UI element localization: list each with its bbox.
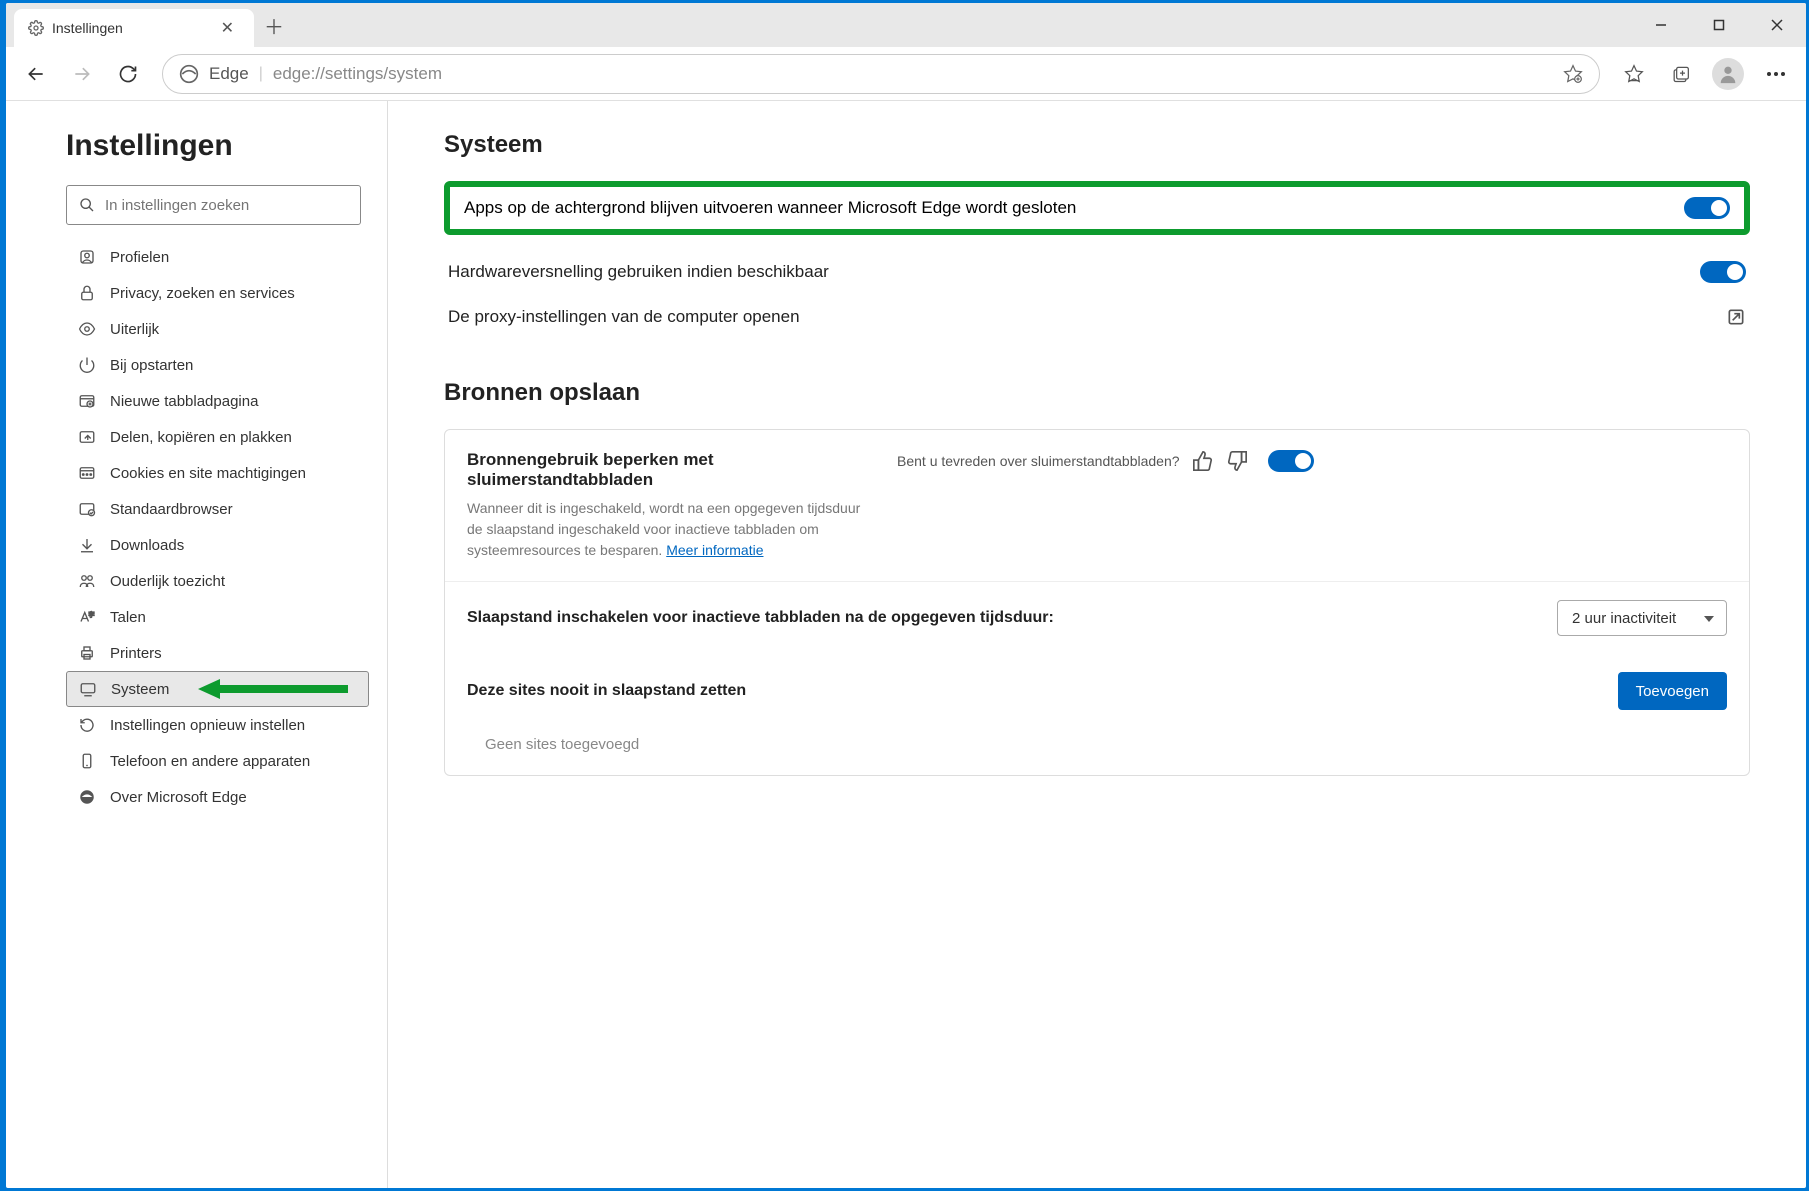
empty-sites-text: Geen sites toegevoegd	[445, 728, 1749, 775]
download-icon	[78, 536, 96, 554]
thumbs-down-icon[interactable]	[1226, 450, 1248, 472]
thumbs-up-icon[interactable]	[1192, 450, 1214, 472]
sidebar-item-default-browser[interactable]: Standaardbrowser	[66, 491, 369, 527]
tab-close-icon[interactable]: ✕	[215, 16, 240, 40]
page-heading: Systeem	[444, 131, 1750, 159]
sidebar-item-profiles[interactable]: Profielen	[66, 239, 369, 275]
sidebar-item-newtab[interactable]: Nieuwe tabbladpagina	[66, 383, 369, 419]
svg-text:字: 字	[89, 611, 95, 619]
edge-icon	[78, 788, 96, 806]
settings-sidebar: Instellingen Profielen Privacy, zoeken e…	[6, 101, 388, 1188]
maximize-button[interactable]	[1690, 3, 1748, 47]
window-controls	[1632, 3, 1806, 47]
sidebar-item-about[interactable]: Over Microsoft Edge	[66, 779, 369, 815]
share-icon	[78, 428, 96, 446]
back-button[interactable]	[16, 54, 56, 94]
sidebar-item-downloads[interactable]: Downloads	[66, 527, 369, 563]
sidebar-title: Instellingen	[66, 129, 369, 163]
phone-icon	[78, 752, 96, 770]
setting-hardware-accel-label: Hardwareversnelling gebruiken indien bes…	[448, 262, 1700, 282]
search-input[interactable]	[105, 197, 348, 214]
toggle-sleeping-tabs[interactable]	[1268, 450, 1314, 472]
favorite-icon[interactable]	[1563, 64, 1583, 84]
sidebar-item-devices[interactable]: Telefoon en andere apparaten	[66, 743, 369, 779]
family-icon	[78, 572, 96, 590]
favorites-button[interactable]	[1614, 54, 1654, 94]
card-title: Bronnengebruik beperken met sluimerstand…	[467, 450, 877, 490]
reset-icon	[78, 716, 96, 734]
more-info-link[interactable]: Meer informatie	[666, 542, 763, 558]
card-description: Wanneer dit is ingeschakeld, wordt na ee…	[467, 498, 877, 561]
sleeping-tabs-card: Bronnengebruik beperken met sluimerstand…	[444, 429, 1750, 776]
sidebar-item-languages[interactable]: 字Talen	[66, 599, 369, 635]
system-icon	[79, 680, 97, 698]
main-panel: Systeem Apps op de achtergrond blijven u…	[388, 101, 1806, 1188]
gear-icon	[28, 20, 44, 36]
new-tab-button[interactable]: ＋	[254, 3, 294, 47]
profile-avatar[interactable]	[1712, 58, 1744, 90]
timeout-select[interactable]: 2 uur inactiviteit	[1557, 600, 1727, 636]
browser-tab[interactable]: Instellingen ✕	[14, 9, 254, 47]
sidebar-item-family[interactable]: Ouderlijk toezicht	[66, 563, 369, 599]
sidebar-item-privacy[interactable]: Privacy, zoeken en services	[66, 275, 369, 311]
content-area: Instellingen Profielen Privacy, zoeken e…	[6, 101, 1806, 1188]
address-url: edge://settings/system	[273, 64, 1553, 84]
sidebar-item-appearance[interactable]: Uiterlijk	[66, 311, 369, 347]
setting-hardware-accel: Hardwareversnelling gebruiken indien bes…	[444, 249, 1750, 295]
section-heading-resources: Bronnen opslaan	[444, 379, 1750, 407]
never-sleep-label: Deze sites nooit in slaapstand zetten	[467, 682, 1618, 700]
default-browser-icon	[78, 500, 96, 518]
toolbar: Edge | edge://settings/system	[6, 47, 1806, 101]
tab-title: Instellingen	[52, 20, 123, 36]
search-icon	[79, 197, 95, 213]
more-menu-button[interactable]	[1756, 54, 1796, 94]
timeout-label: Slaapstand inschakelen voor inactieve ta…	[467, 609, 1557, 627]
toggle-background-apps[interactable]	[1684, 197, 1730, 219]
appearance-icon	[78, 320, 96, 338]
sidebar-item-share[interactable]: Delen, kopiëren en plakken	[66, 419, 369, 455]
cookies-icon	[78, 464, 96, 482]
collections-button[interactable]	[1660, 54, 1700, 94]
add-site-button[interactable]: Toevoegen	[1618, 672, 1727, 710]
external-link-icon	[1726, 307, 1746, 327]
feedback-area: Bent u tevreden over sluimerstandtabblad…	[897, 450, 1248, 472]
profile-icon	[78, 248, 96, 266]
setting-proxy[interactable]: De proxy-instellingen van de computer op…	[444, 295, 1750, 339]
lock-icon	[78, 284, 96, 302]
printer-icon	[78, 644, 96, 662]
toggle-hardware-accel[interactable]	[1700, 261, 1746, 283]
sidebar-item-printers[interactable]: Printers	[66, 635, 369, 671]
forward-button	[62, 54, 102, 94]
setting-background-apps-label: Apps op de achtergrond blijven uitvoeren…	[464, 198, 1684, 218]
sidebar-item-system[interactable]: Systeem	[66, 671, 369, 707]
sidebar-item-startup[interactable]: Bij opstarten	[66, 347, 369, 383]
refresh-button[interactable]	[108, 54, 148, 94]
minimize-button[interactable]	[1632, 3, 1690, 47]
setting-proxy-label: De proxy-instellingen van de computer op…	[448, 307, 1726, 327]
sidebar-item-cookies[interactable]: Cookies en site machtigingen	[66, 455, 369, 491]
edge-logo-icon	[179, 64, 199, 84]
close-button[interactable]	[1748, 3, 1806, 47]
annotation-highlight: Apps op de achtergrond blijven uitvoeren…	[444, 181, 1750, 235]
card-row-timeout: Slaapstand inschakelen voor inactieve ta…	[445, 582, 1749, 654]
browser-window: Instellingen ✕ ＋ Edge | edge://settings/…	[6, 3, 1806, 1188]
feedback-question: Bent u tevreden over sluimerstandtabblad…	[897, 453, 1180, 469]
annotation-arrow	[198, 677, 348, 701]
power-icon	[78, 356, 96, 374]
languages-icon: 字	[78, 608, 96, 626]
newtab-icon	[78, 392, 96, 410]
card-row-never-sleep: Deze sites nooit in slaapstand zetten To…	[445, 654, 1749, 728]
address-label: Edge	[209, 64, 249, 84]
settings-search[interactable]	[66, 185, 361, 225]
sidebar-item-reset[interactable]: Instellingen opnieuw instellen	[66, 707, 369, 743]
titlebar: Instellingen ✕ ＋	[6, 3, 1806, 47]
settings-nav: Profielen Privacy, zoeken en services Ui…	[66, 239, 369, 815]
address-bar[interactable]: Edge | edge://settings/system	[162, 54, 1600, 94]
